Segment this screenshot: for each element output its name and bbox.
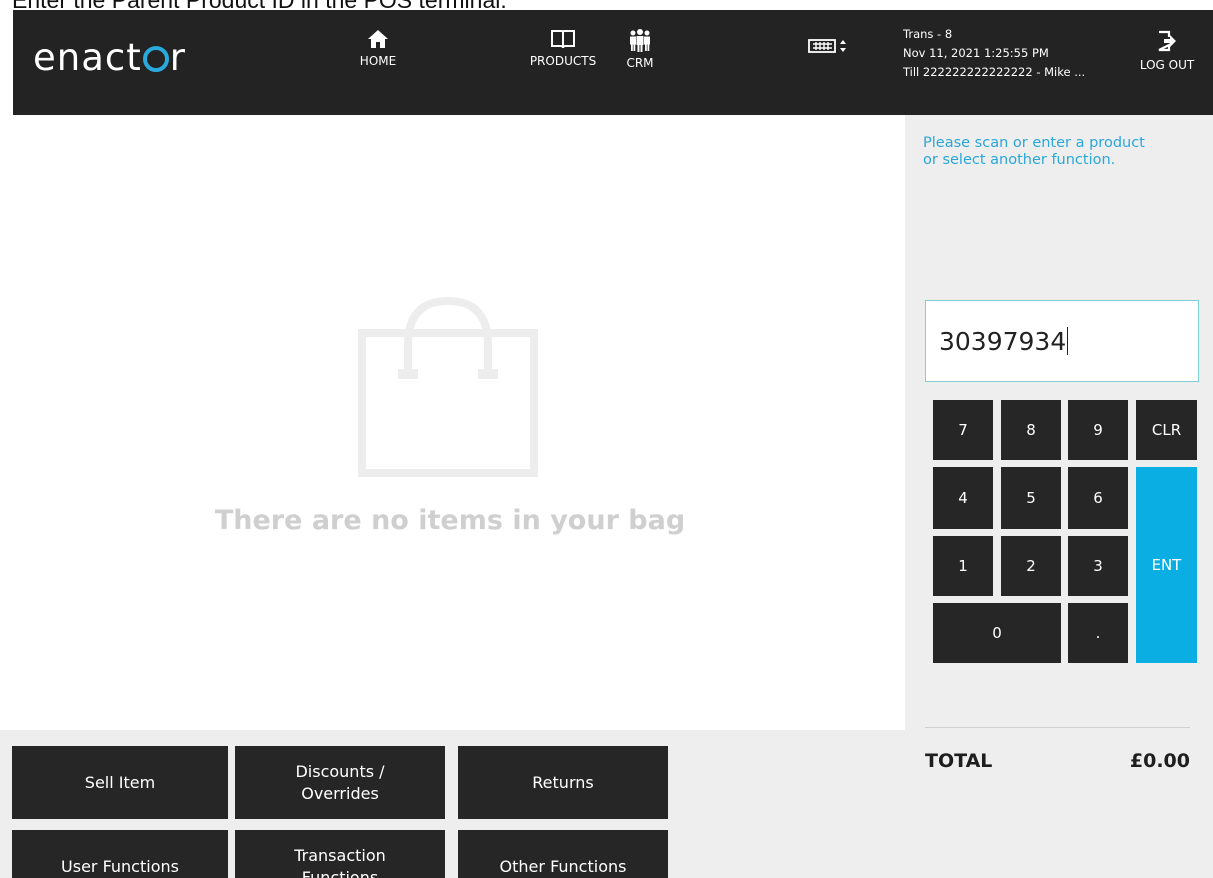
logout-icon [1158, 30, 1176, 52]
product-entry-field[interactable]: 30397934 [925, 300, 1199, 382]
transaction-info: Trans - 8 Nov 11, 2021 1:25:55 PM Till 2… [903, 25, 1113, 82]
empty-bag-message: There are no items in your bag [214, 505, 686, 536]
nav-crm-button[interactable]: CRM [618, 28, 662, 70]
nav-crm-label: CRM [626, 56, 654, 70]
key-enter[interactable]: ENT [1136, 467, 1197, 663]
entry-panel: Please scan or enter a product or select… [905, 115, 1213, 878]
key-8[interactable]: 8 [1001, 400, 1061, 460]
key-5[interactable]: 5 [1001, 467, 1061, 529]
key-1[interactable]: 1 [933, 536, 993, 596]
logout-button[interactable]: LOG OUT [1136, 30, 1198, 72]
key-0[interactable]: 0 [933, 603, 1061, 663]
nav-home-label: HOME [359, 54, 397, 68]
nav-products-button[interactable]: PRODUCTS [523, 28, 603, 68]
transaction-number: Trans - 8 [903, 27, 953, 41]
keyboard-toggle-icon [808, 39, 846, 53]
discounts-overrides-button[interactable]: Discounts / Overrides [235, 746, 445, 819]
till-operator: Till 222222222222222 - Mike ... [903, 65, 1086, 79]
product-entry-value: 30397934 [939, 327, 1067, 356]
home-icon [368, 30, 388, 48]
people-icon [630, 29, 650, 52]
top-bar: enact r HOME PRODUCTS CRM Trans - 8 Nov … [13, 10, 1213, 115]
key-clear[interactable]: CLR [1136, 400, 1197, 460]
enactor-logo: enact r [33, 36, 186, 79]
function-bar: Sell Item Discounts / Overrides Returns … [0, 730, 905, 878]
total-value: £0.00 [1129, 750, 1190, 772]
book-icon [551, 30, 575, 49]
other-functions-button[interactable]: Other Functions [458, 830, 668, 878]
sell-item-button[interactable]: Sell Item [12, 746, 228, 819]
text-caret [1067, 327, 1069, 355]
key-7[interactable]: 7 [933, 400, 993, 460]
pos-screen: Enter the Parent Product ID in the POS t… [0, 0, 1213, 878]
total-divider [925, 727, 1190, 728]
shopping-bag-icon [358, 297, 538, 477]
key-2[interactable]: 2 [1001, 536, 1061, 596]
total-label: TOTAL [925, 750, 993, 772]
transaction-functions-button[interactable]: Transaction Functions [235, 830, 445, 878]
keyboard-toggle-button[interactable] [806, 37, 854, 55]
prompt-message: Please scan or enter a product or select… [923, 135, 1145, 168]
logout-label: LOG OUT [1139, 58, 1195, 72]
returns-button[interactable]: Returns [458, 746, 668, 819]
key-6[interactable]: 6 [1068, 467, 1128, 529]
key-decimal[interactable]: . [1068, 603, 1128, 663]
key-4[interactable]: 4 [933, 467, 993, 529]
user-functions-button[interactable]: User Functions [12, 830, 228, 878]
transaction-datetime: Nov 11, 2021 1:25:55 PM [903, 46, 1049, 60]
nav-home-button[interactable]: HOME [348, 28, 408, 68]
nav-products-label: PRODUCTS [529, 54, 597, 68]
key-3[interactable]: 3 [1068, 536, 1128, 596]
key-9[interactable]: 9 [1068, 400, 1128, 460]
